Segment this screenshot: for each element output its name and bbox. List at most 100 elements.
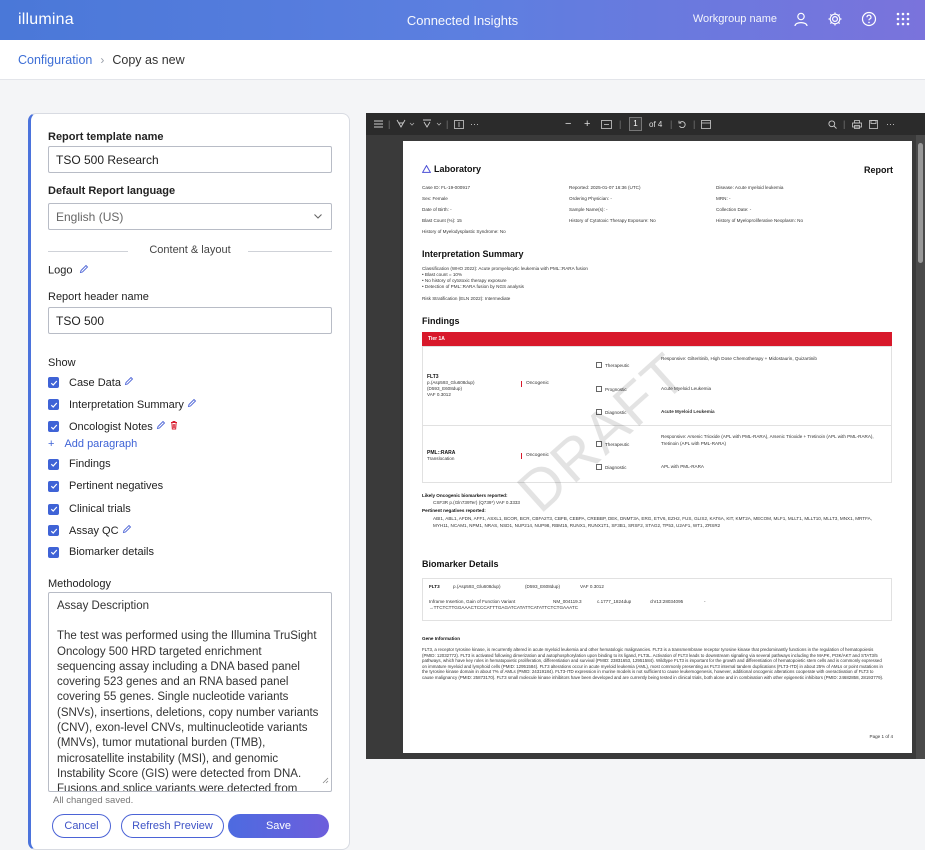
list-icon[interactable]	[374, 118, 383, 130]
breadcrumb: Configuration › Copy as new	[18, 53, 185, 67]
rotate-icon[interactable]	[678, 118, 687, 130]
findings-heading: Findings	[422, 316, 460, 326]
chevron-down-icon[interactable]	[436, 118, 442, 130]
breadcrumb-configuration-link[interactable]: Configuration	[18, 53, 92, 67]
biomarker-sequence: →TTCTCTTGGAAACTCCCATTTGAGATCATATTCATATTC…	[429, 605, 579, 610]
checkbox-checked-icon[interactable]	[48, 480, 59, 492]
viewer-scrollbar[interactable]	[916, 135, 925, 759]
biomarker-cdna: c.1777_1824dup	[597, 599, 632, 604]
refresh-preview-button[interactable]: Refresh Preview	[121, 814, 224, 838]
show-oncologist-notes-row[interactable]: Oncologist Notes	[48, 420, 179, 433]
show-pertinent-negatives-row[interactable]: Pertinent negatives	[48, 480, 163, 492]
zoom-out-button[interactable]: −	[565, 118, 571, 130]
save-button[interactable]: Save	[228, 814, 329, 838]
report-preview-viewer: | | ··· − + | 1 of 4 | | | ··· Laborator…	[366, 113, 925, 759]
reported-date: Reported: 2025-01-07 16:36 (UTC)	[569, 185, 641, 190]
interpretation-summary-heading: Interpretation Summary	[422, 249, 524, 259]
checkbox-checked-icon[interactable]	[48, 503, 59, 515]
zoom-in-button[interactable]: +	[584, 118, 590, 130]
save-icon[interactable]	[869, 118, 878, 130]
interpretation-line: • Detection of PML::RARA fusion by NGS a…	[422, 284, 524, 289]
cancel-button[interactable]: Cancel	[52, 814, 111, 838]
chevron-down-icon[interactable]	[409, 118, 415, 130]
content-layout-divider: Content & layout	[48, 244, 332, 258]
checkbox-checked-icon[interactable]	[48, 399, 59, 410]
show-item-label: Oncologist Notes	[69, 420, 153, 433]
logo-label: Logo	[48, 264, 89, 277]
help-icon[interactable]	[859, 9, 879, 29]
pertinent-negatives-heading: Pertinent negatives reported:	[422, 508, 486, 513]
checkbox-checked-icon[interactable]	[48, 377, 59, 388]
biomarker-dash: -	[704, 599, 706, 604]
resize-handle-icon[interactable]	[321, 774, 329, 789]
highlight-icon[interactable]	[396, 118, 408, 130]
draw-icon[interactable]	[422, 118, 434, 130]
content-layout-heading: Content & layout	[149, 244, 231, 256]
page-view-icon[interactable]	[701, 118, 711, 130]
therapeutic-detail: Responsive: Arsenic Trioxide (APL with P…	[661, 434, 874, 446]
diagnostic-detail: APL with PML-RARA	[661, 464, 704, 469]
page-total: of 4	[649, 119, 663, 129]
toolbar-separator: |	[843, 119, 846, 129]
oncogenic-tag: Oncogenic	[521, 381, 549, 387]
breadcrumb-current: Copy as new	[112, 53, 185, 67]
pencil-icon[interactable]	[187, 398, 197, 411]
logo-label-text: Logo	[48, 264, 73, 277]
template-name-input[interactable]: TSO 500 Research	[48, 146, 332, 173]
scrollbar-thumb[interactable]	[918, 143, 923, 263]
more-icon[interactable]: ···	[470, 118, 479, 130]
show-biomarker-details-row[interactable]: Biomarker details	[48, 546, 154, 558]
gear-icon[interactable]	[825, 9, 845, 29]
show-assay-qc-row[interactable]: Assay QC	[48, 524, 132, 537]
pencil-icon[interactable]	[122, 524, 132, 537]
workgroup-name[interactable]: Workgroup name	[693, 13, 777, 25]
toolbar-separator: |	[388, 119, 391, 129]
show-findings-row[interactable]: Findings	[48, 458, 111, 470]
trash-icon[interactable]	[169, 420, 179, 433]
gene-information-heading: Gene Information	[422, 636, 461, 641]
show-interpretation-summary-row[interactable]: Interpretation Summary	[48, 398, 197, 411]
template-name-label: Report template name	[48, 131, 164, 143]
methodology-textarea[interactable]: Assay Description The test was performed…	[48, 592, 332, 792]
checkbox-checked-icon[interactable]	[48, 421, 59, 432]
fit-page-icon[interactable]	[601, 118, 612, 130]
report-label: Report	[864, 165, 893, 175]
text-icon[interactable]	[454, 118, 464, 130]
sample-name: Sample Name(s): -	[569, 207, 608, 212]
toolbar-separator: |	[670, 119, 673, 129]
header-name-input[interactable]: TSO 500	[48, 307, 332, 334]
apps-grid-icon[interactable]	[893, 9, 913, 29]
chevron-down-icon	[313, 210, 323, 224]
viewer-toolbar: | | ··· − + | 1 of 4 | | | ···	[366, 113, 925, 135]
cytotoxic-history: History of Cytotoxic Therapy Exposure: N…	[569, 218, 656, 223]
template-form-panel: Report template name TSO 500 Research De…	[28, 113, 350, 850]
checkbox-checked-icon[interactable]	[48, 458, 59, 470]
show-item-label: Assay QC	[69, 524, 119, 537]
language-select[interactable]: English (US)	[48, 203, 332, 230]
biomarker-details-heading: Biomarker Details	[422, 559, 499, 569]
show-item-label: Findings	[69, 458, 111, 470]
checkbox-checked-icon[interactable]	[48, 546, 59, 558]
toolbar-separator: |	[619, 119, 622, 129]
pencil-icon[interactable]	[79, 264, 89, 277]
pencil-icon[interactable]	[156, 420, 166, 433]
ordering-physician: Ordering Physician: -	[569, 196, 612, 201]
risk-stratification: Risk Stratification (ELN 2022): Intermed…	[422, 296, 511, 301]
likely-oncogenic-item: CSF3R p.(Gln739Ter) (Q739*) VAF 0.3333	[433, 500, 520, 505]
checkbox-checked-icon[interactable]	[48, 525, 59, 536]
search-icon[interactable]	[828, 118, 837, 130]
myelodysplastic-history: History of Myelodysplastic Syndrome: No	[422, 229, 506, 234]
more-icon[interactable]: ···	[886, 118, 895, 130]
plus-icon: +	[48, 438, 55, 450]
pencil-icon[interactable]	[124, 376, 134, 389]
show-clinical-trials-row[interactable]: Clinical trials	[48, 503, 131, 515]
user-icon[interactable]	[791, 9, 811, 29]
biomarker-variant: p.(Asp593_Glu608dup)	[453, 584, 501, 589]
page-number-input[interactable]: 1	[629, 117, 642, 131]
add-paragraph-link[interactable]: + Add paragraph	[48, 438, 137, 450]
finding-type: Translocation	[427, 456, 455, 461]
date-of-birth: Date of Birth: -	[422, 207, 452, 212]
show-item-label: Pertinent negatives	[69, 480, 164, 492]
show-case-data-row[interactable]: Case Data	[48, 376, 134, 389]
print-icon[interactable]	[852, 118, 862, 130]
